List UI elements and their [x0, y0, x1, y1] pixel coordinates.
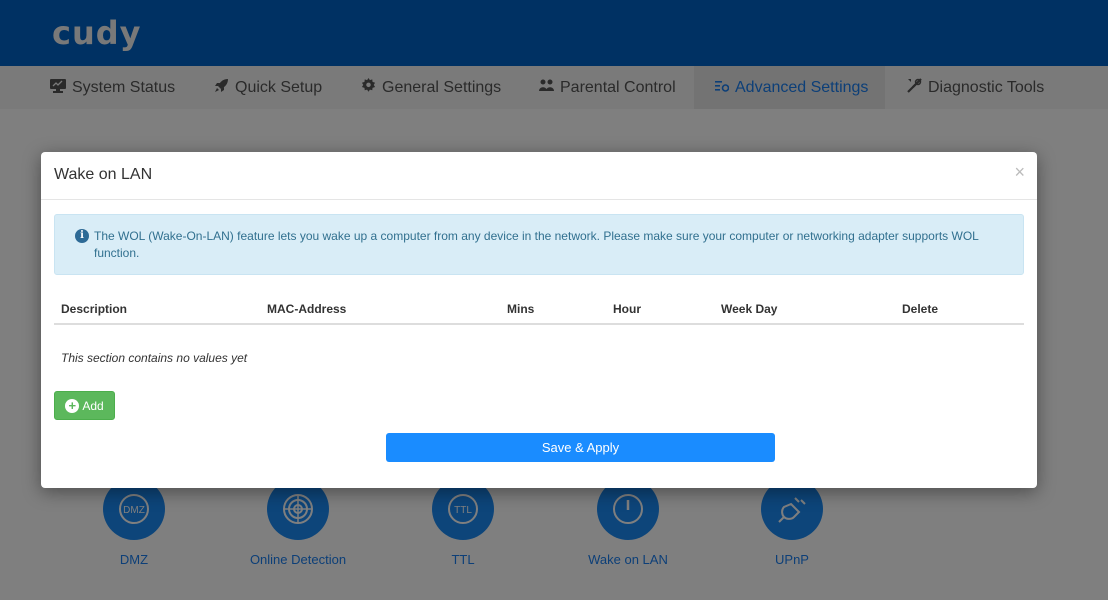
column-header: Hour — [613, 302, 641, 316]
save-apply-button[interactable]: Save & Apply — [386, 433, 775, 462]
info-text: The WOL (Wake-On-LAN) feature lets you w… — [94, 229, 979, 260]
plus-circle-icon: + — [65, 398, 80, 413]
info-icon: i — [75, 229, 89, 243]
add-button-label: Add — [82, 398, 104, 413]
empty-table-message: This section contains no values yet — [61, 351, 248, 365]
modal-header: Wake on LAN × — [41, 152, 1037, 200]
info-alert: i The WOL (Wake-On-LAN) feature lets you… — [54, 214, 1024, 275]
column-header: Mins — [507, 302, 535, 316]
column-header: MAC-Address — [267, 302, 347, 316]
close-icon[interactable]: × — [1014, 162, 1025, 183]
column-header: Week Day — [721, 302, 778, 316]
column-header: Description — [61, 302, 128, 316]
table-header: Description MAC-Address Mins Hour Week D… — [54, 298, 1024, 325]
column-header: Delete — [902, 302, 939, 316]
add-button[interactable]: + Add — [54, 391, 115, 420]
wake-on-lan-dialog: Wake on LAN × i The WOL (Wake-On-LAN) fe… — [41, 152, 1037, 488]
save-button-label: Save & Apply — [541, 440, 620, 455]
modal-title: Wake on LAN — [54, 166, 153, 183]
